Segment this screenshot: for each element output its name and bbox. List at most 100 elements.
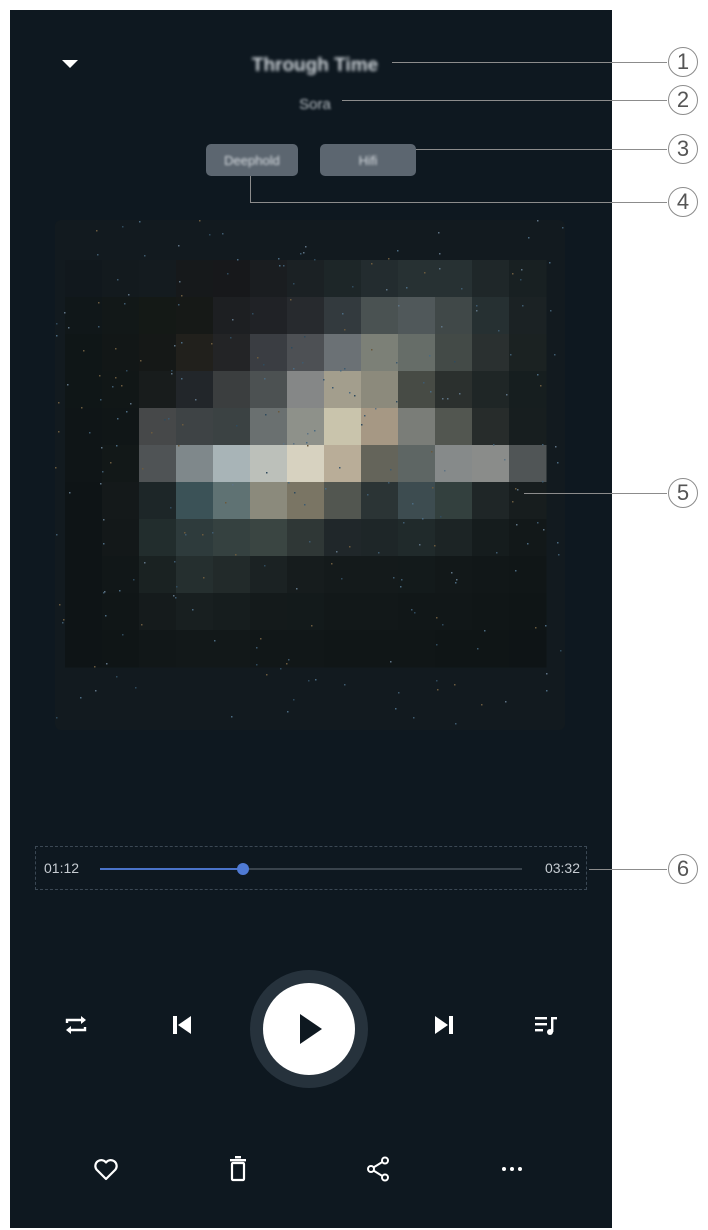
delete-button[interactable] bbox=[216, 1147, 260, 1191]
cover-pixel bbox=[287, 445, 325, 483]
cover-speck bbox=[126, 411, 128, 413]
cover-speck bbox=[314, 430, 316, 432]
cover-pixel bbox=[213, 297, 251, 335]
queue-button[interactable] bbox=[526, 1005, 566, 1045]
cover-pixel bbox=[509, 519, 547, 557]
cover-pixel bbox=[287, 297, 325, 335]
progress-track[interactable] bbox=[100, 863, 522, 875]
cover-pixel bbox=[324, 482, 362, 520]
callout-number: 6 bbox=[668, 854, 698, 884]
cover-speck bbox=[94, 666, 96, 668]
cover-speck bbox=[69, 492, 71, 494]
cover-speck bbox=[521, 269, 523, 271]
like-button[interactable] bbox=[84, 1147, 128, 1191]
cover-pixel bbox=[287, 630, 325, 668]
cover-pixel bbox=[361, 482, 399, 520]
album-cover bbox=[55, 220, 565, 730]
play-button[interactable] bbox=[263, 983, 355, 1075]
cover-speck bbox=[135, 687, 137, 689]
cover-speck bbox=[398, 692, 400, 694]
cover-pixel bbox=[287, 482, 325, 520]
cover-speck bbox=[325, 488, 327, 490]
cover-speck bbox=[436, 680, 438, 682]
cover-speck bbox=[304, 504, 306, 506]
cover-speck bbox=[549, 262, 551, 264]
cover-speck bbox=[181, 342, 183, 344]
cover-speck bbox=[390, 661, 392, 663]
cover-speck bbox=[171, 370, 173, 372]
artist-name[interactable]: Sora bbox=[260, 96, 370, 113]
cover-speck bbox=[174, 345, 176, 347]
cover-speck bbox=[476, 310, 478, 312]
cover-speck bbox=[455, 582, 457, 584]
cover-speck bbox=[199, 220, 201, 222]
cover-pixel bbox=[324, 408, 362, 446]
cover-speck bbox=[202, 534, 204, 536]
callout-line bbox=[250, 176, 251, 202]
repeat-button[interactable] bbox=[56, 1005, 96, 1045]
cover-speck bbox=[537, 374, 539, 376]
cover-pixel bbox=[176, 408, 214, 446]
next-button[interactable] bbox=[424, 1005, 464, 1045]
cover-speck bbox=[67, 384, 69, 386]
previous-button[interactable] bbox=[162, 1005, 202, 1045]
cover-speck bbox=[371, 263, 373, 265]
cover-speck bbox=[264, 378, 266, 380]
progress-thumb[interactable] bbox=[237, 863, 250, 875]
cover-pixel bbox=[139, 260, 177, 298]
cover-speck bbox=[400, 586, 402, 588]
cover-speck bbox=[115, 377, 117, 379]
cover-pixel bbox=[472, 519, 510, 557]
cover-pixel bbox=[213, 630, 251, 668]
cover-speck bbox=[124, 303, 126, 305]
cover-speck bbox=[278, 258, 280, 260]
cover-speck bbox=[236, 425, 238, 427]
cover-speck bbox=[119, 590, 121, 592]
cover-speck bbox=[305, 246, 307, 248]
cover-pixel bbox=[176, 482, 214, 520]
cover-speck bbox=[56, 717, 58, 719]
skip-next-icon bbox=[435, 1016, 453, 1034]
cover-speck bbox=[278, 411, 280, 413]
cover-pixel bbox=[139, 408, 177, 446]
cover-speck bbox=[225, 502, 227, 504]
cover-pixel bbox=[176, 260, 214, 298]
cover-speck bbox=[64, 312, 66, 314]
cover-speck bbox=[459, 393, 461, 395]
current-time: 01:12 bbox=[44, 860, 80, 876]
cover-pixel bbox=[435, 334, 473, 372]
cover-speck bbox=[395, 708, 397, 710]
progress-bar[interactable]: 01:12 03:32 bbox=[35, 846, 587, 890]
cover-pixel bbox=[102, 445, 140, 483]
cover-speck bbox=[80, 697, 82, 699]
cover-speck bbox=[115, 348, 117, 350]
cover-pixel bbox=[102, 519, 140, 557]
cover-pixel bbox=[361, 371, 399, 409]
cover-pixel bbox=[176, 630, 214, 668]
share-button[interactable] bbox=[356, 1147, 400, 1191]
cover-speck bbox=[354, 395, 356, 397]
cover-speck bbox=[122, 634, 124, 636]
cover-pixel bbox=[176, 445, 214, 483]
cover-speck bbox=[378, 552, 380, 554]
cover-speck bbox=[344, 368, 346, 370]
cover-pixel bbox=[472, 556, 510, 594]
cover-pixel bbox=[213, 482, 251, 520]
cover-pixel bbox=[398, 334, 436, 372]
quality-tag-2[interactable]: Hifi bbox=[320, 144, 416, 176]
music-player-screen: Through Time Sora Deephold Hifi 01:12 03… bbox=[10, 10, 612, 1228]
cover-speck bbox=[59, 604, 61, 606]
callout-line bbox=[524, 493, 667, 494]
cover-pixel bbox=[509, 334, 547, 372]
skip-previous-icon bbox=[173, 1016, 191, 1034]
cover-pixel bbox=[509, 593, 547, 631]
cover-speck bbox=[116, 676, 118, 678]
cover-pixel bbox=[139, 519, 177, 557]
quality-tag-1[interactable]: Deephold bbox=[206, 144, 298, 176]
collapse-button[interactable] bbox=[56, 50, 84, 78]
repeat-icon bbox=[65, 1016, 87, 1034]
cover-speck bbox=[252, 313, 254, 315]
cover-pixel bbox=[139, 445, 177, 483]
cover-pixel bbox=[472, 445, 510, 483]
more-button[interactable] bbox=[490, 1147, 534, 1191]
